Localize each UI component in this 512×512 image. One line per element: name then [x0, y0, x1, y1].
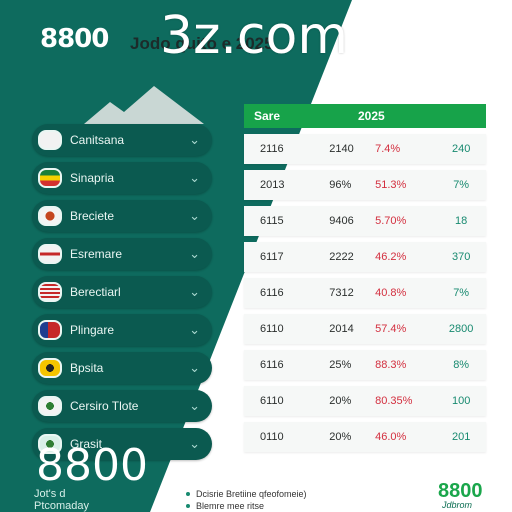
table-cell: 7.4% [375, 143, 401, 155]
table-cell: 6116 [260, 287, 284, 299]
table-cell: 88.3% [375, 359, 407, 371]
flag-icon [38, 168, 62, 188]
legend-label: Dcisrie Bretiine qfeofomeie) [196, 489, 307, 499]
legend: Dcisrie Bretiine qfeofomeie) Blemre mee … [186, 488, 307, 512]
flag-icon [38, 396, 62, 416]
table-cell: 20% [329, 431, 352, 443]
chevron-down-icon: ⌄ [189, 246, 200, 261]
sidebar-item-label: Cersiro Tlote [70, 399, 139, 413]
footer-subtitle-line: Ptcomaday [34, 500, 90, 512]
table-cell: 370 [451, 251, 471, 263]
table-cell: 5.70% [375, 215, 407, 227]
sidebar-item-label: Canitsana [70, 133, 125, 147]
table-cell: 57.4% [375, 323, 407, 335]
sidebar-item-label: Bpsita [70, 361, 104, 375]
table-cell: 46.0% [375, 431, 407, 443]
legend-dot [186, 492, 190, 496]
table-cell: 7% [453, 287, 470, 299]
sidebar-item-label: Breciete [70, 209, 115, 223]
table-cell: 2140 [329, 143, 354, 155]
table-cell: 8% [453, 359, 470, 371]
table-header: Sare 2025 [244, 104, 486, 128]
footer-subtitle-line: Jot's d [34, 488, 66, 500]
table-cell: 18 [455, 215, 468, 227]
table-cell: 25% [329, 359, 352, 371]
table-cell: 6117 [260, 251, 284, 263]
table-cell: 201 [451, 431, 471, 443]
sidebar-item-label: Berectiarl [70, 285, 121, 299]
watermark-text: 3z.com [160, 6, 348, 66]
legend-dot [186, 504, 190, 508]
table-row[interactable]: 6116 25% 88.3% 8% [244, 350, 486, 380]
table-cell: 2800 [448, 323, 474, 335]
table-cell: 20% [329, 395, 352, 407]
table-row[interactable]: 0110 20% 46.0% 201 [244, 422, 486, 452]
chevron-down-icon: ⌄ [189, 170, 200, 185]
chevron-down-icon: ⌄ [189, 322, 200, 337]
chevron-down-icon: ⌄ [189, 398, 200, 413]
flag-icon [38, 358, 62, 378]
data-table: Sare 2025 2116 2140 7.4% 240 2013 96% 51… [244, 104, 486, 452]
sidebar-item-5[interactable]: Berectiarl ⌄ [32, 276, 212, 308]
sidebar-item-7[interactable]: Bpsita ⌄ [32, 352, 212, 384]
legend-item: Blemre mee ritse [186, 500, 307, 512]
sidebar-item-label: Sinapria [70, 171, 115, 185]
table-cell: 40.8% [375, 287, 407, 299]
column-header: 2025 [358, 109, 385, 123]
sidebar-item-6[interactable]: Plingare ⌄ [32, 314, 212, 346]
table-cell: 6116 [260, 359, 284, 371]
flag-icon [38, 320, 62, 340]
chevron-down-icon: ⌄ [189, 284, 200, 299]
legend-label: Blemre mee ritse [196, 501, 265, 511]
sidebar-item-8[interactable]: Cersiro Tlote ⌄ [32, 390, 212, 422]
table-cell: 240 [451, 143, 471, 155]
footer-logo-subtitle: Jdbrom [442, 500, 473, 510]
column-header: Sare [254, 109, 281, 123]
footer-big-number: 8800 [36, 440, 148, 491]
chevron-down-icon: ⌄ [189, 436, 200, 451]
table-row[interactable]: 6110 2014 57.4% 2800 [244, 314, 486, 344]
sidebar-item-2[interactable]: Sinapria ⌄ [32, 162, 212, 194]
table-row[interactable]: 6110 20% 80.35% 100 [244, 386, 486, 416]
chevron-down-icon: ⌄ [189, 132, 200, 147]
table-row[interactable]: 6115 9406 5.70% 18 [244, 206, 486, 236]
table-cell: 6110 [260, 323, 284, 335]
table-cell: 100 [451, 395, 471, 407]
table-cell: 0110 [260, 431, 284, 443]
table-cell: 9406 [329, 215, 354, 227]
chevron-down-icon: ⌄ [189, 360, 200, 375]
flag-icon [38, 206, 62, 226]
table-row[interactable]: 2013 96% 51.3% 7% [244, 170, 486, 200]
flag-icon [38, 130, 62, 150]
table-cell: 80.35% [375, 395, 413, 407]
table-cell: 7312 [329, 287, 354, 299]
table-cell: 6115 [260, 215, 284, 227]
sidebar-item-label: Esremare [70, 247, 123, 261]
mountain-icon [84, 86, 204, 124]
flag-icon [38, 244, 62, 264]
sidebar-item-label: Plingare [70, 323, 115, 337]
table-row[interactable]: 6117 2222 46.2% 370 [244, 242, 486, 272]
legend-item: Dcisrie Bretiine qfeofomeie) [186, 488, 307, 500]
sidebar-item-4[interactable]: Esremare ⌄ [32, 238, 212, 270]
table-cell: 6110 [260, 395, 284, 407]
table-row[interactable]: 6116 7312 40.8% 7% [244, 278, 486, 308]
table-cell: 2116 [260, 143, 284, 155]
chevron-down-icon: ⌄ [189, 208, 200, 223]
footer-subtitle: Jot's d Ptcomaday [34, 488, 89, 512]
table-cell: 7% [453, 179, 470, 191]
table-cell: 96% [329, 179, 352, 191]
table-cell: 2014 [329, 323, 354, 335]
brand-logo: 8800 [40, 24, 109, 54]
table-cell: 51.3% [375, 179, 407, 191]
table-cell: 2222 [329, 251, 354, 263]
flag-icon [38, 282, 62, 302]
table-row[interactable]: 2116 2140 7.4% 240 [244, 134, 486, 164]
table-cell: 2013 [260, 179, 285, 191]
table-cell: 46.2% [375, 251, 407, 263]
sidebar: Canitsana ⌄ Sinapria ⌄ Breciete ⌄ Esrema… [32, 124, 212, 466]
sidebar-item-3[interactable]: Breciete ⌄ [32, 200, 212, 232]
sidebar-item-1[interactable]: Canitsana ⌄ [32, 124, 212, 156]
